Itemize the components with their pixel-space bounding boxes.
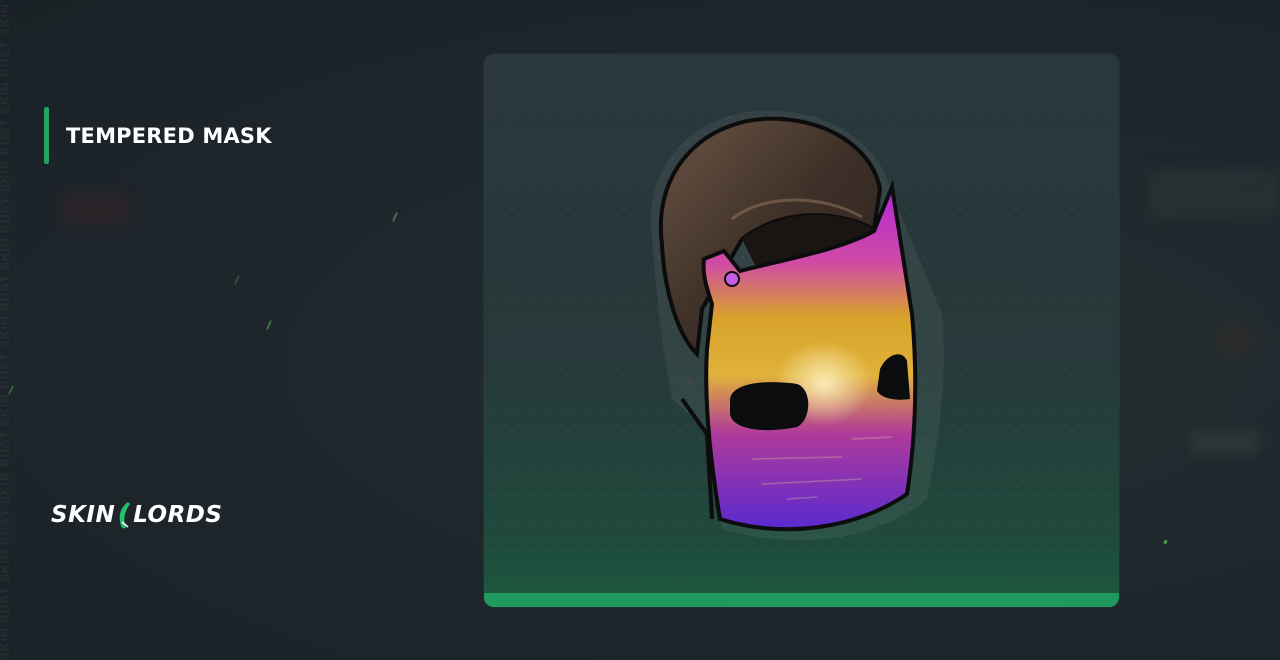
background-spark xyxy=(265,320,273,330)
background-blur-shape xyxy=(1148,168,1280,218)
background-blur-shape xyxy=(1215,320,1255,360)
title-accent-bar xyxy=(44,107,49,164)
logo-text-right: LORDS xyxy=(133,502,223,528)
leaf-blade-icon xyxy=(116,500,132,530)
item-title: TEMPERED MASK xyxy=(66,123,272,148)
item-card xyxy=(484,54,1119,607)
background-spark xyxy=(391,212,399,222)
brand-watermark: SKIN RUST SKIN RUST SKIN RUST SKIN RUST … xyxy=(0,0,12,660)
tempered-mask-image xyxy=(650,110,944,541)
rarity-bar xyxy=(484,593,1119,607)
background-spark xyxy=(1163,539,1168,545)
logo-text-left: SKIN xyxy=(51,502,116,528)
background-blur-shape xyxy=(1190,430,1260,454)
item-title-block: TEMPERED MASK xyxy=(44,107,272,164)
brand-logo: SKIN LORDS xyxy=(51,500,222,530)
background-blur-shape xyxy=(62,192,128,226)
background-spark xyxy=(233,275,241,285)
skin-preview-page: SKIN RUST SKIN RUST SKIN RUST SKIN RUST … xyxy=(0,0,1280,660)
